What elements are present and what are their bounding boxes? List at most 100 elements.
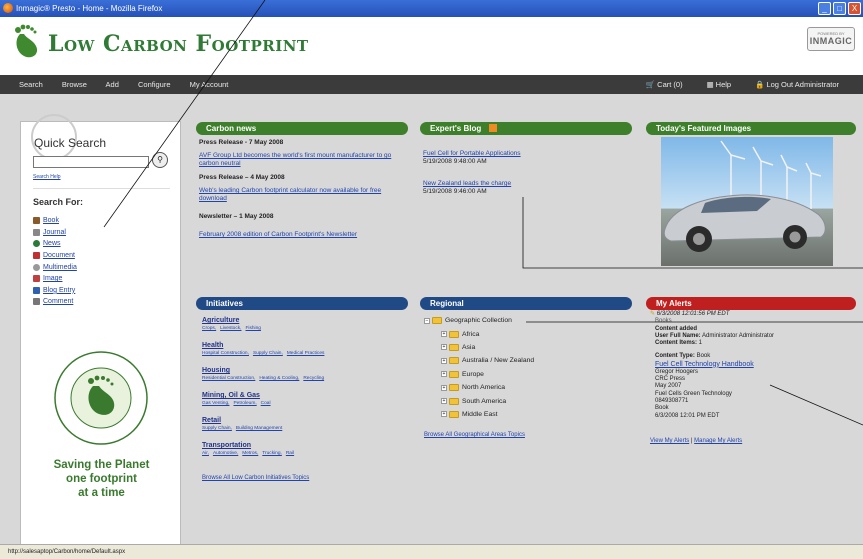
search-go-button[interactable]: ⚲ (152, 152, 168, 168)
featured-images-panel: Today's Featured Images (646, 122, 856, 266)
list-item-label: News (43, 240, 61, 248)
initiative-sub[interactable]: Gas Venting, (202, 401, 229, 406)
expand-icon[interactable]: + (441, 411, 447, 418)
news-link[interactable]: February 2008 edition of Carbon Footprin… (199, 231, 408, 239)
expand-icon[interactable]: + (441, 384, 447, 391)
nav-my-account[interactable]: My Account (190, 80, 229, 89)
minimize-button[interactable]: _ (818, 2, 831, 15)
tree-node-asia[interactable]: + Asia (441, 341, 632, 354)
initiative-sub[interactable]: Hospital Construction, (202, 351, 249, 356)
initiative-sub[interactable]: Petroleum, (233, 401, 256, 406)
initiative-category[interactable]: Housing (202, 367, 408, 374)
alert-type-label: Content Type: (655, 353, 695, 360)
featured-image[interactable] (661, 137, 833, 266)
expand-icon[interactable]: + (441, 371, 447, 378)
alert-timestamp: 6/3/2008 12:01:56 PM EDT (656, 311, 730, 317)
initiative-sub[interactable]: Supply Chain, (253, 351, 283, 356)
list-item-label: Multimedia (43, 263, 77, 271)
carbon-news-panel: Carbon news Press Release - 7 May 2008 A… (196, 122, 408, 239)
expand-icon[interactable]: + (441, 398, 447, 405)
initiative-sub[interactable]: Supply Chain, (202, 426, 232, 431)
search-for-book[interactable]: Book (33, 215, 77, 227)
search-for-comment[interactable]: Comment (33, 296, 77, 308)
search-for-image[interactable]: Image (33, 273, 77, 285)
alert-user-value: Administrator Administrator (702, 332, 775, 339)
search-for-blog-entry[interactable]: Blog Entry (33, 285, 77, 297)
initiative-sub[interactable]: Livestock, (220, 326, 241, 331)
tree-node-north-america[interactable]: + North America (441, 381, 632, 394)
nav-logout[interactable]: 🔒 Log Out Administrator (755, 75, 851, 94)
collapse-icon[interactable]: − (424, 317, 430, 324)
initiative-sub[interactable]: Rail (286, 451, 294, 456)
initiative-category[interactable]: Agriculture (202, 317, 408, 324)
pencil-icon: ✎ (650, 311, 656, 317)
alert-detail: 0849308771 (655, 397, 689, 404)
initiative-sub[interactable]: Residential Construction, (202, 376, 255, 381)
divider (33, 188, 170, 189)
rss-icon[interactable] (489, 124, 498, 132)
expand-icon[interactable]: + (441, 357, 447, 364)
initiative-category[interactable]: Transportation (202, 442, 408, 449)
site-logo-text[interactable]: Low Carbon Footprint (48, 31, 309, 57)
initiative-sub[interactable]: Crops, (202, 326, 216, 331)
nav-cart[interactable]: 🛒 Cart (0) (646, 75, 695, 94)
nav-browse[interactable]: Browse (62, 80, 87, 89)
search-for-journal[interactable]: Journal (33, 227, 77, 239)
tree-node-europe[interactable]: + Europe (441, 368, 632, 381)
my-alerts-panel: My Alerts ✎ 6/3/2008 12:01:56 PM EDT Boo… (646, 297, 856, 445)
initiative-sub[interactable]: Building Management (236, 426, 282, 431)
tree-root[interactable]: − Geographic Collection (424, 314, 632, 327)
maximize-button[interactable]: □ (833, 2, 846, 15)
initiative-sub[interactable]: Trucking, (262, 451, 282, 456)
initiative-sub[interactable]: Fishing (245, 326, 260, 331)
expand-icon[interactable]: + (441, 344, 447, 351)
nav-search[interactable]: Search (19, 80, 43, 89)
initiative-sub[interactable]: Heating & Cooling, (259, 376, 299, 381)
nav-add[interactable]: Add (106, 80, 119, 89)
initiative-sub[interactable]: Metros, (242, 451, 258, 456)
quick-search-input[interactable] (33, 156, 149, 168)
initiative-category[interactable]: Health (202, 342, 408, 349)
help-icon: ▦ (706, 80, 714, 89)
experts-blog-panel: Expert's Blog Fuel Cell for Portable App… (420, 122, 632, 196)
view-my-alerts-link[interactable]: View My Alerts (650, 438, 689, 444)
tree-node-africa[interactable]: + Africa (441, 327, 632, 340)
search-help-link[interactable]: Search Help (33, 174, 61, 180)
initiative-sub[interactable]: Coal (261, 401, 271, 406)
initiative-category[interactable]: Mining, Oil & Gas (202, 392, 408, 399)
site-header: Low Carbon Footprint POWERED BY INMAGIC (0, 17, 863, 75)
initiative-sub[interactable]: Automotive, (213, 451, 238, 456)
folder-icon (449, 370, 459, 378)
initiative-sub[interactable]: Medical Practices (287, 351, 325, 356)
alert-book-link[interactable]: Fuel Cell Technology Handbook (655, 361, 856, 369)
search-for-document[interactable]: Document (33, 250, 77, 262)
search-for-multimedia[interactable]: Multimedia (33, 261, 77, 273)
nav-help[interactable]: ▦ Help (707, 75, 744, 94)
browse-all-geographic-link[interactable]: Browse All Geographical Areas Topics (424, 431, 632, 439)
tree-node-label: Middle East (462, 410, 498, 418)
link-separator: | (690, 437, 693, 444)
tree-node-australia-new-zealand[interactable]: + Australia / New Zealand (441, 354, 632, 367)
news-heading: Press Release – 4 May 2008 (199, 174, 285, 181)
folder-icon (449, 357, 459, 365)
close-button[interactable]: X (848, 2, 861, 15)
blog-post-link[interactable]: New Zealand leads the charge (423, 180, 632, 188)
tree-node-middle-east[interactable]: + Middle East (441, 408, 632, 421)
manage-my-alerts-link[interactable]: Manage My Alerts (694, 438, 742, 444)
list-item-label: Blog Entry (43, 286, 76, 294)
initiative-sub[interactable]: Recycling (303, 376, 324, 381)
tree-node-label: Africa (462, 330, 480, 338)
browse-all-initiatives-link[interactable]: Browse All Low Carbon Initiatives Topics (202, 474, 408, 482)
expand-icon[interactable]: + (441, 331, 447, 338)
nav-configure[interactable]: Configure (138, 80, 171, 89)
initiative-sub[interactable]: Air, (202, 451, 209, 456)
blog-post-link[interactable]: Fuel Cell for Portable Applications (423, 150, 632, 158)
inmagic-badge[interactable]: POWERED BY INMAGIC (807, 27, 855, 51)
tree-node-south-america[interactable]: + South America (441, 394, 632, 407)
news-link[interactable]: AVF Group Ltd becomes the world's first … (199, 152, 399, 168)
alert-timestamp-row: ✎ 6/3/2008 12:01:56 PM EDT (650, 311, 856, 318)
initiative-category[interactable]: Retail (202, 417, 408, 424)
image-icon (33, 275, 40, 283)
search-for-news[interactable]: News (33, 238, 77, 250)
news-link[interactable]: Web's leading Carbon footprint calculato… (199, 187, 404, 203)
